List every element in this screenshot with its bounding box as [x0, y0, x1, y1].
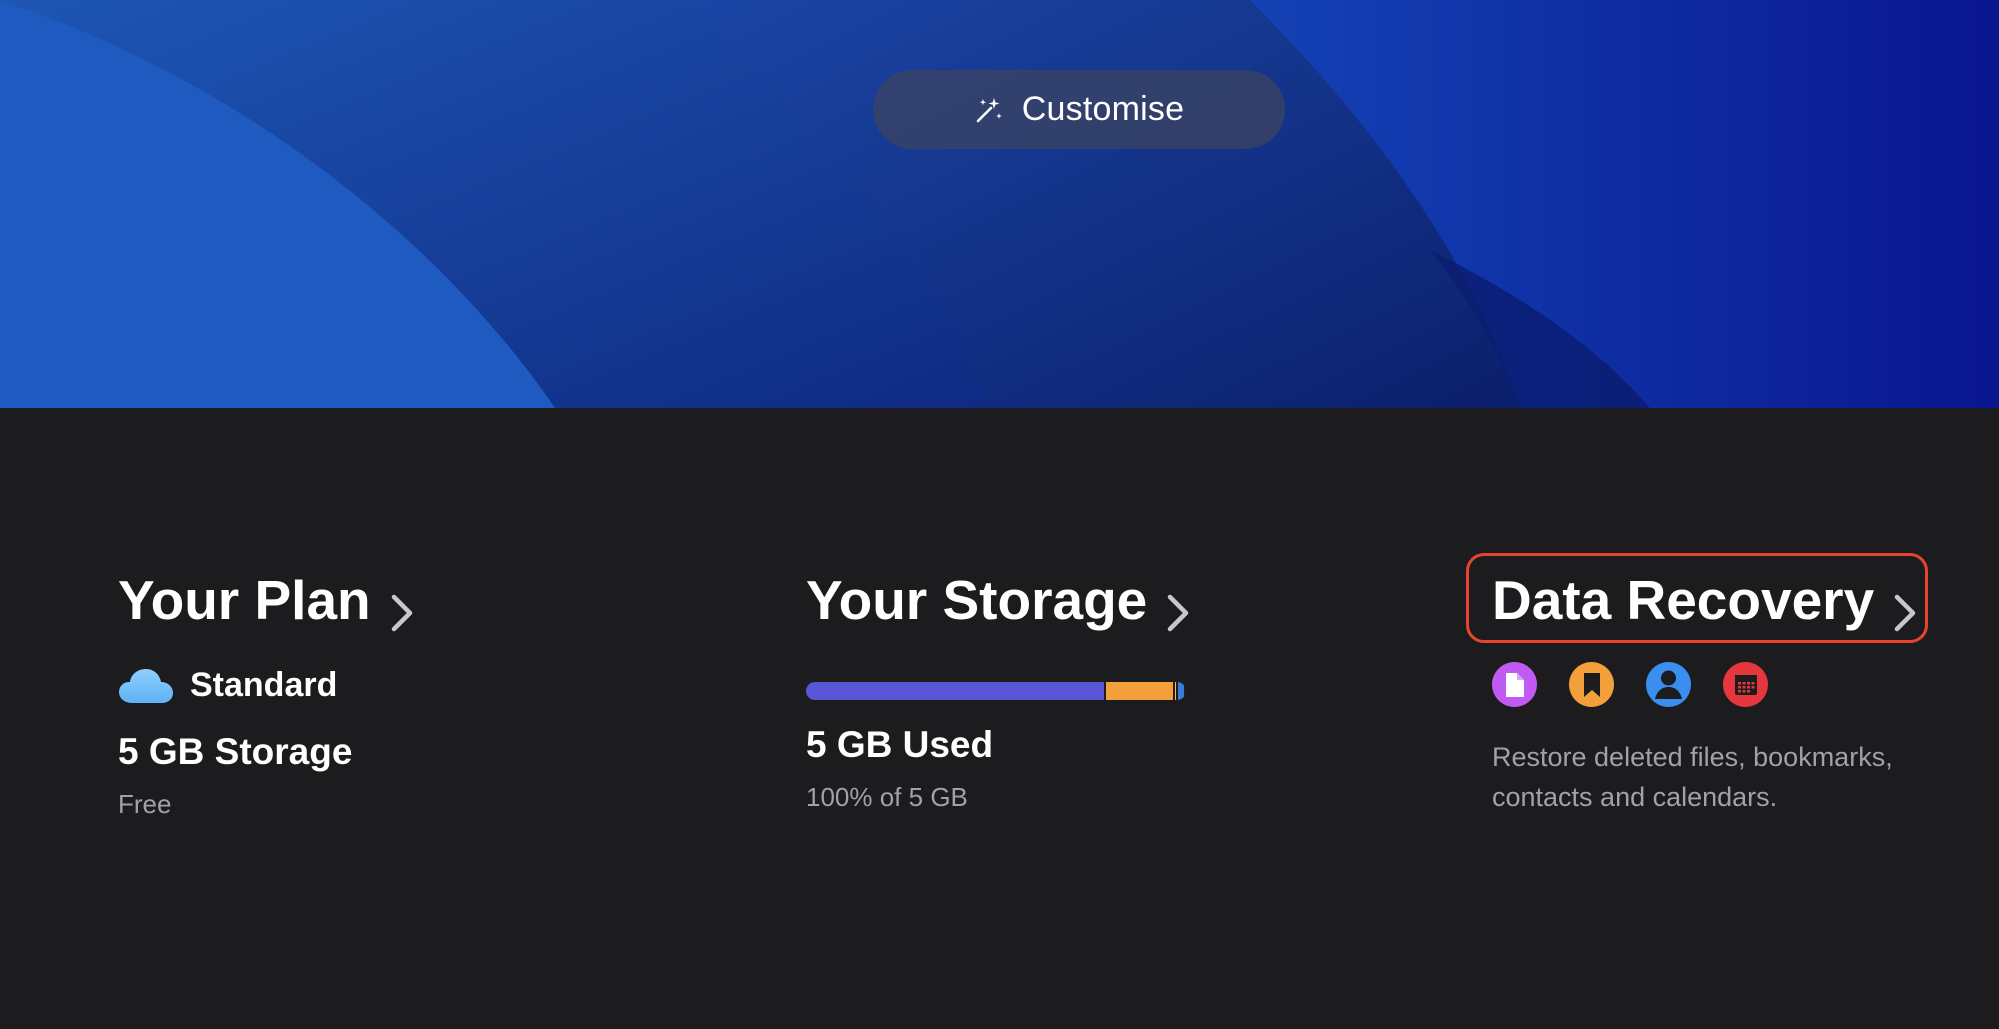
recovery-heading: Data Recovery — [1492, 569, 1875, 631]
storage-segment-secondary — [1106, 682, 1175, 700]
chevron-right-icon — [389, 580, 415, 632]
storage-heading-link[interactable]: Your Storage — [806, 566, 1366, 634]
hero-banner: Customise — [0, 0, 1999, 408]
plan-section: Your Plan Standard 5 GB Storage Free — [118, 566, 678, 820]
plan-tier-name: Standard — [190, 666, 338, 704]
plan-tier: Standard — [118, 666, 678, 705]
storage-section: Your Storage 5 GB Used 100% of 5 GB — [806, 566, 1366, 813]
recovery-section: Data Recovery Restore deleted files, boo… — [1492, 566, 1952, 817]
cloud-icon — [118, 667, 174, 705]
storage-segment-other — [1177, 682, 1186, 700]
hero-background — [0, 0, 1999, 408]
plan-heading-link[interactable]: Your Plan — [118, 566, 678, 634]
plan-heading: Your Plan — [118, 569, 371, 631]
chevron-right-icon — [1165, 580, 1191, 632]
contact-icon — [1646, 662, 1691, 707]
bookmark-icon — [1569, 662, 1614, 707]
recovery-heading-link[interactable]: Data Recovery — [1492, 566, 1952, 634]
storage-detail: 100% of 5 GB — [806, 782, 968, 812]
recovery-description: Restore deleted files, bookmarks, contac… — [1492, 742, 1893, 812]
page: Customise Your Plan Standard 5 GB Storag… — [0, 0, 1999, 1029]
storage-segment-primary — [806, 682, 1107, 700]
calendar-icon — [1723, 662, 1768, 707]
plan-storage: 5 GB Storage — [118, 731, 353, 772]
chevron-right-icon — [1892, 580, 1918, 632]
customise-button[interactable]: Customise — [873, 70, 1285, 149]
document-icon — [1492, 662, 1537, 707]
plan-price: Free — [118, 789, 172, 819]
storage-heading: Your Storage — [806, 569, 1148, 631]
storage-used: 5 GB Used — [806, 724, 994, 765]
recovery-icons — [1492, 662, 1952, 707]
magic-wand-icon — [974, 95, 1004, 125]
storage-usage-bar — [806, 682, 1186, 700]
customise-label: Customise — [1021, 90, 1185, 128]
